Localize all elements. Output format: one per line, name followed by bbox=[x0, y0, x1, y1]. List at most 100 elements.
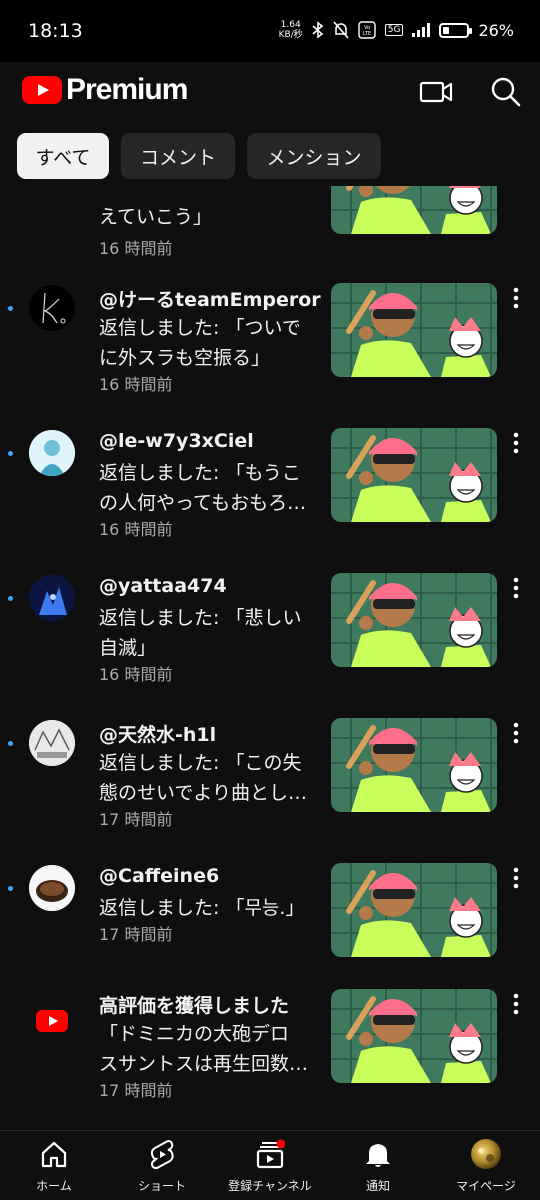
notification-title: @天然水-h1l bbox=[99, 724, 217, 746]
video-thumbnail[interactable] bbox=[331, 863, 497, 957]
logo-text: Premium bbox=[66, 73, 188, 106]
chip-all[interactable]: すべて bbox=[17, 133, 109, 179]
search-button[interactable] bbox=[488, 74, 524, 110]
notification-time: 16 時間前 bbox=[99, 375, 173, 394]
body-line: えていこう」 bbox=[99, 206, 213, 228]
body-line: 返信しました: 「悲しい bbox=[99, 607, 302, 629]
status-time: 18:13 bbox=[28, 20, 83, 42]
notification-item[interactable]: @Caffeine6 返信しました: 「무능.」 17 時間前 bbox=[0, 863, 540, 993]
nav-label: 登録チャンネル bbox=[228, 1179, 312, 1193]
body-line: 返信しました: 「この失 bbox=[99, 752, 302, 774]
profile-avatar bbox=[471, 1139, 501, 1169]
create-video-button[interactable] bbox=[418, 74, 454, 110]
search-icon bbox=[491, 77, 521, 107]
body-line: スサントスは再生回数… bbox=[99, 1053, 309, 1075]
video-thumbnail[interactable] bbox=[331, 989, 497, 1083]
notification-item[interactable]: 高評価を獲得しました 「ドミニカの大砲デロ スサントスは再生回数… 17 時間前 bbox=[0, 989, 540, 1119]
body-line: 返信しました: 「무능.」 bbox=[99, 897, 305, 919]
notification-title: @yattaa474 bbox=[99, 575, 227, 597]
notification-item[interactable]: @le-w7y3xCiel 返信しました: 「もうこ の人何やってもおもろ… 1… bbox=[0, 428, 540, 558]
notification-title: @けーるteamEmperor bbox=[99, 289, 321, 311]
nav-shorts[interactable]: ショート bbox=[108, 1131, 216, 1200]
more-options-button[interactable] bbox=[507, 430, 525, 456]
more-vert-icon bbox=[513, 577, 519, 599]
body-line: 「ドミニカの大砲デロ bbox=[99, 1023, 290, 1045]
more-vert-icon bbox=[513, 287, 519, 309]
user-avatar[interactable] bbox=[29, 575, 75, 621]
network-speed: 1.64 KB/秒 bbox=[279, 20, 303, 40]
user-avatar[interactable] bbox=[29, 865, 75, 911]
more-options-button[interactable] bbox=[507, 285, 525, 311]
more-options-button[interactable] bbox=[507, 575, 525, 601]
body-line: に外スラも空振る」 bbox=[99, 347, 271, 369]
shorts-icon bbox=[150, 1140, 174, 1169]
unread-dot bbox=[8, 306, 13, 311]
more-vert-icon bbox=[513, 722, 519, 744]
youtube-notification-icon bbox=[29, 997, 75, 1043]
network-speed-unit: KB/秒 bbox=[278, 30, 303, 40]
more-vert-icon bbox=[513, 993, 519, 1015]
notification-time: 17 時間前 bbox=[99, 810, 173, 829]
subscriptions-icon bbox=[256, 1139, 285, 1169]
body-line: 返信しました: 「もうこ bbox=[99, 462, 301, 484]
notification-time: 16 時間前 bbox=[99, 520, 173, 539]
more-options-button[interactable] bbox=[507, 991, 525, 1017]
youtube-premium-logo[interactable]: Premium bbox=[22, 73, 188, 107]
notification-time: 16 時間前 bbox=[99, 665, 173, 684]
more-vert-icon bbox=[513, 432, 519, 454]
body-line: 自滅」 bbox=[99, 637, 157, 659]
user-avatar[interactable] bbox=[29, 285, 75, 331]
notification-body: 「ドミニカの大砲デロ スサントスは再生回数… bbox=[99, 1019, 321, 1079]
home-icon bbox=[41, 1141, 67, 1168]
nav-label: ショート bbox=[137, 1179, 186, 1193]
notification-title: @le-w7y3xCiel bbox=[99, 430, 254, 452]
nav-label: 通知 bbox=[365, 1179, 390, 1193]
nav-label: ホーム bbox=[36, 1179, 72, 1193]
notification-time: 16 時間前 bbox=[99, 239, 173, 258]
more-options-button[interactable] bbox=[507, 865, 525, 891]
notification-list: えていこう」 16 時間前 @けーるteamEmperor 返信しました: 「つ… bbox=[0, 186, 540, 1130]
chip-comments[interactable]: コメント bbox=[121, 133, 235, 179]
notification-item[interactable]: @けーるteamEmperor 返信しました: 「ついで に外スラも空振る」 1… bbox=[0, 283, 540, 413]
notification-body: 返信しました: 「ついで に外スラも空振る」 bbox=[99, 313, 321, 373]
video-thumbnail[interactable] bbox=[331, 283, 497, 377]
notification-body: 返信しました: 「この失 態のせいでより曲とし… bbox=[99, 748, 321, 808]
nav-my-page[interactable]: マイページ bbox=[432, 1131, 540, 1200]
video-thumbnail[interactable] bbox=[331, 718, 497, 812]
unread-dot bbox=[8, 886, 13, 891]
more-vert-icon bbox=[513, 867, 519, 889]
notification-time: 17 時間前 bbox=[99, 925, 173, 944]
bell-icon bbox=[366, 1144, 390, 1167]
video-thumbnail[interactable] bbox=[331, 573, 497, 667]
bluetooth-icon bbox=[312, 21, 323, 39]
video-thumbnail[interactable] bbox=[331, 428, 497, 522]
video-thumbnail[interactable] bbox=[331, 186, 497, 234]
nav-subscriptions[interactable]: 登録チャンネル bbox=[216, 1131, 324, 1200]
status-icons: 1.64 KB/秒 Vo LTE 5G 26% bbox=[279, 20, 514, 40]
filter-chips: すべて コメント メンション bbox=[0, 120, 540, 186]
notification-item[interactable]: @天然水-h1l 返信しました: 「この失 態のせいでより曲とし… 17 時間前 bbox=[0, 718, 540, 848]
notification-body: えていこう」 bbox=[99, 202, 321, 232]
notification-body: 返信しました: 「もうこ の人何やってもおもろ… bbox=[99, 458, 321, 518]
unread-dot bbox=[8, 451, 13, 456]
user-avatar[interactable] bbox=[29, 430, 75, 476]
app-header: Premium bbox=[0, 62, 540, 120]
mute-bell-icon bbox=[333, 21, 349, 39]
battery-icon bbox=[439, 22, 473, 38]
notification-item[interactable]: えていこう」 16 時間前 bbox=[0, 186, 540, 270]
nav-home[interactable]: ホーム bbox=[0, 1131, 108, 1200]
status-bar: 18:13 1.64 KB/秒 Vo LTE 5G 26% bbox=[0, 0, 540, 62]
chip-mentions[interactable]: メンション bbox=[247, 133, 381, 179]
notification-body: 返信しました: 「무능.」 bbox=[99, 893, 321, 923]
volte-icon: VoLTE bbox=[358, 21, 376, 39]
network-speed-value: 1.64 bbox=[280, 20, 301, 30]
notification-item[interactable]: @yattaa474 返信しました: 「悲しい 自滅」 16 時間前 bbox=[0, 573, 540, 703]
signal-icon bbox=[412, 23, 431, 37]
bottom-navigation: ホーム ショート 登録チャンネル 通知 マイページ bbox=[0, 1130, 540, 1200]
network-type: 5G bbox=[384, 24, 404, 36]
nav-notifications[interactable]: 通知 bbox=[324, 1131, 432, 1200]
user-avatar[interactable] bbox=[29, 720, 75, 766]
more-options-button[interactable] bbox=[507, 720, 525, 746]
notification-title: 高評価を獲得しました bbox=[99, 995, 290, 1017]
youtube-logo-icon bbox=[22, 76, 62, 104]
